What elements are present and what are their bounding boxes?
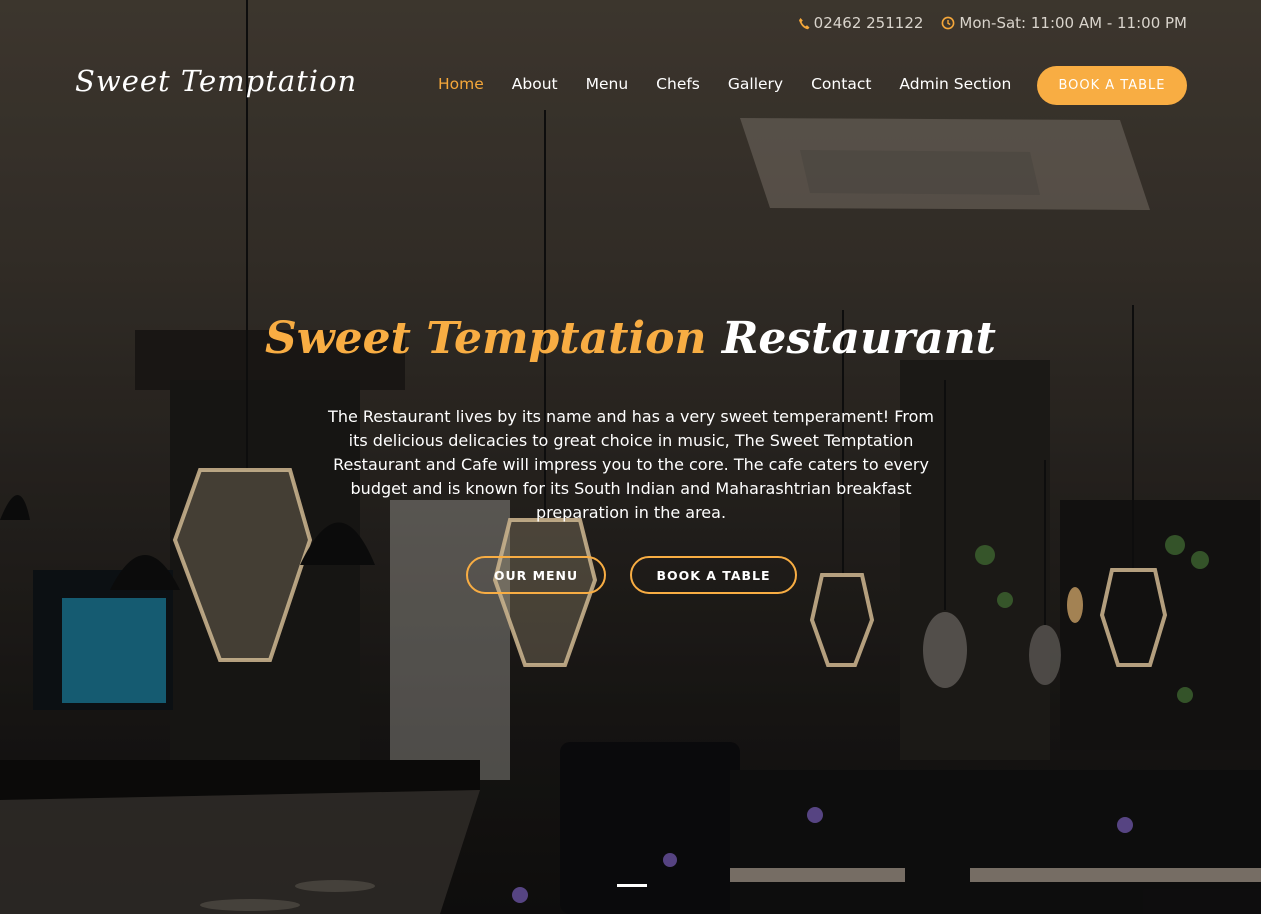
slide-indicator[interactable] (617, 884, 647, 887)
book-a-table-header-button[interactable]: BOOK A TABLE (1037, 66, 1187, 105)
nav-item-admin-section[interactable]: Admin Section (899, 75, 1011, 93)
phone-info[interactable]: 02462 251122 (798, 14, 924, 32)
main-nav: Home About Menu Chefs Gallery Contact Ad… (438, 75, 1039, 93)
nav-item-menu[interactable]: Menu (586, 75, 629, 93)
phone-number: 02462 251122 (813, 14, 924, 32)
nav-item-gallery[interactable]: Gallery (728, 75, 783, 93)
clock-icon (941, 16, 955, 30)
phone-icon (798, 17, 810, 30)
hero-title-restaurant: Restaurant (721, 313, 996, 364)
hero-description: The Restaurant lives by its name and has… (328, 407, 934, 522)
book-a-table-hero-button[interactable]: BOOK A TABLE (630, 556, 797, 594)
site-logo[interactable]: Sweet Temptation (75, 64, 357, 98)
nav-item-home[interactable]: Home (438, 75, 484, 93)
opening-hours: Mon-Sat: 11:00 AM - 11:00 PM (959, 14, 1187, 32)
our-menu-button[interactable]: OUR MENU (466, 556, 606, 594)
top-info-bar: 02462 251122 Mon-Sat: 11:00 AM - 11:00 P… (798, 14, 1187, 32)
hero-title: Sweet Temptation Restaurant (0, 313, 1261, 364)
nav-item-contact[interactable]: Contact (811, 75, 871, 93)
hero-title-brand: Sweet Temptation (264, 313, 707, 364)
hero-actions: OUR MENU BOOK A TABLE (466, 556, 797, 594)
hours-info: Mon-Sat: 11:00 AM - 11:00 PM (941, 14, 1187, 32)
nav-item-about[interactable]: About (512, 75, 558, 93)
nav-item-chefs[interactable]: Chefs (656, 75, 700, 93)
